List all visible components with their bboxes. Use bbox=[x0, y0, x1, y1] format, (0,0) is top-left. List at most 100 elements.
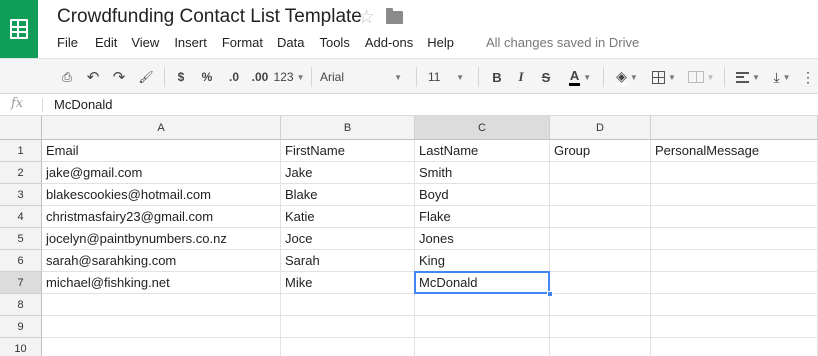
more-formats-dropdown[interactable]: 123 ▼ bbox=[274, 67, 305, 87]
cell-e9[interactable] bbox=[651, 316, 818, 338]
cell-c8[interactable] bbox=[415, 294, 550, 316]
menu-addons[interactable]: Add-ons bbox=[365, 33, 413, 53]
select-all-corner[interactable] bbox=[0, 116, 42, 140]
cell-a6[interactable]: sarah@sarahking.com bbox=[42, 250, 281, 272]
cell-e7[interactable] bbox=[651, 272, 818, 294]
row-header-1[interactable]: 1 bbox=[0, 140, 42, 162]
cell-e10[interactable] bbox=[651, 338, 818, 356]
row-header-8[interactable]: 8 bbox=[0, 294, 42, 316]
row-header-3[interactable]: 3 bbox=[0, 184, 42, 206]
cell-a3[interactable]: blakescookies@hotmail.com bbox=[42, 184, 281, 206]
cell-d3[interactable] bbox=[550, 184, 651, 206]
column-header-c[interactable]: C bbox=[415, 116, 550, 140]
cell-a8[interactable] bbox=[42, 294, 281, 316]
font-size-dropdown[interactable]: 11 ▼ bbox=[424, 67, 468, 87]
menu-view[interactable]: View bbox=[131, 33, 159, 53]
italic-button[interactable]: I bbox=[513, 67, 529, 87]
merge-cells-button[interactable]: ▼ bbox=[684, 67, 718, 87]
cell-a9[interactable] bbox=[42, 316, 281, 338]
vertical-align-button[interactable]: ⤓ ▼ bbox=[768, 67, 796, 87]
cell-d9[interactable] bbox=[550, 316, 651, 338]
row-header-9[interactable]: 9 bbox=[0, 316, 42, 338]
cell-e6[interactable] bbox=[651, 250, 818, 272]
cell-b2[interactable]: Jake bbox=[281, 162, 415, 184]
text-color-button[interactable]: A ▼ bbox=[563, 67, 597, 87]
fill-color-button[interactable]: ◈ ▼ bbox=[611, 67, 643, 87]
cell-a10[interactable] bbox=[42, 338, 281, 356]
cell-e5[interactable] bbox=[651, 228, 818, 250]
menu-edit[interactable]: Edit bbox=[95, 33, 117, 53]
paint-format-icon[interactable]: 🖌 bbox=[136, 67, 156, 87]
fill-handle[interactable] bbox=[547, 291, 553, 297]
cell-b8[interactable] bbox=[281, 294, 415, 316]
cell-e1[interactable]: PersonalMessage bbox=[651, 140, 818, 162]
menu-data[interactable]: Data bbox=[277, 33, 304, 53]
print-icon[interactable]: ⎙ bbox=[57, 67, 77, 87]
cell-d8[interactable] bbox=[550, 294, 651, 316]
document-title[interactable]: Crowdfunding Contact List Template bbox=[57, 6, 362, 28]
cell-c6[interactable]: King bbox=[415, 250, 550, 272]
font-family-dropdown[interactable]: Arial ▼ bbox=[316, 67, 406, 87]
column-header-e[interactable] bbox=[651, 116, 818, 140]
cell-c3[interactable]: Boyd bbox=[415, 184, 550, 206]
row-header-4[interactable]: 4 bbox=[0, 206, 42, 228]
cell-c2[interactable]: Smith bbox=[415, 162, 550, 184]
cell-d4[interactable] bbox=[550, 206, 651, 228]
cell-d7[interactable] bbox=[550, 272, 651, 294]
cell-a4[interactable]: christmasfairy23@gmail.com bbox=[42, 206, 281, 228]
star-icon[interactable]: ☆ bbox=[358, 6, 375, 29]
menu-tools[interactable]: Tools bbox=[319, 33, 349, 53]
cell-d5[interactable] bbox=[550, 228, 651, 250]
cell-b10[interactable] bbox=[281, 338, 415, 356]
row-header-6[interactable]: 6 bbox=[0, 250, 42, 272]
menu-file[interactable]: File bbox=[57, 33, 78, 53]
cell-e2[interactable] bbox=[651, 162, 818, 184]
cell-d2[interactable] bbox=[550, 162, 651, 184]
cell-a5[interactable]: jocelyn@paintbynumbers.co.nz bbox=[42, 228, 281, 250]
cell-e8[interactable] bbox=[651, 294, 818, 316]
cell-a7[interactable]: michael@fishking.net bbox=[42, 272, 281, 294]
cell-b3[interactable]: Blake bbox=[281, 184, 415, 206]
bold-button[interactable]: B bbox=[489, 67, 505, 87]
column-header-b[interactable]: B bbox=[281, 116, 415, 140]
borders-button[interactable]: ▼ bbox=[649, 67, 679, 87]
strikethrough-button[interactable]: S bbox=[538, 67, 554, 87]
column-header-d[interactable]: D bbox=[550, 116, 651, 140]
cell-e4[interactable] bbox=[651, 206, 818, 228]
cell-c9[interactable] bbox=[415, 316, 550, 338]
cell-b5[interactable]: Joce bbox=[281, 228, 415, 250]
cell-c5[interactable]: Jones bbox=[415, 228, 550, 250]
cell-b4[interactable]: Katie bbox=[281, 206, 415, 228]
percent-format-button[interactable]: % bbox=[199, 67, 215, 87]
cell-d10[interactable] bbox=[550, 338, 651, 356]
cell-c4[interactable]: Flake bbox=[415, 206, 550, 228]
horizontal-align-button[interactable]: ▼ bbox=[733, 67, 763, 87]
cell-d6[interactable] bbox=[550, 250, 651, 272]
redo-icon[interactable]: ↷ bbox=[109, 67, 129, 87]
cell-a2[interactable]: jake@gmail.com bbox=[42, 162, 281, 184]
menu-format[interactable]: Format bbox=[222, 33, 263, 53]
increase-decimals-button[interactable]: .00 bbox=[248, 67, 272, 87]
folder-icon[interactable] bbox=[386, 8, 403, 24]
cell-b9[interactable] bbox=[281, 316, 415, 338]
row-header-2[interactable]: 2 bbox=[0, 162, 42, 184]
cell-b1[interactable]: FirstName bbox=[281, 140, 415, 162]
row-header-5[interactable]: 5 bbox=[0, 228, 42, 250]
decrease-decimals-button[interactable]: .0 bbox=[222, 67, 246, 87]
row-header-7[interactable]: 7 bbox=[0, 272, 42, 294]
menu-insert[interactable]: Insert bbox=[174, 33, 207, 53]
cell-c1[interactable]: LastName bbox=[415, 140, 550, 162]
column-header-a[interactable]: A bbox=[42, 116, 281, 140]
row-header-10[interactable]: 10 bbox=[0, 338, 42, 356]
cell-d1[interactable]: Group bbox=[550, 140, 651, 162]
cell-a1[interactable]: Email bbox=[42, 140, 281, 162]
cell-c10[interactable] bbox=[415, 338, 550, 356]
text-wrap-icon[interactable]: ⋮ bbox=[800, 67, 816, 87]
sheets-logo-icon[interactable] bbox=[0, 0, 38, 58]
cell-e3[interactable] bbox=[651, 184, 818, 206]
cell-b6[interactable]: Sarah bbox=[281, 250, 415, 272]
cell-b7[interactable]: Mike bbox=[281, 272, 415, 294]
menu-help[interactable]: Help bbox=[427, 33, 454, 53]
undo-icon[interactable]: ↶ bbox=[83, 67, 103, 87]
currency-format-button[interactable]: $ bbox=[173, 67, 189, 87]
